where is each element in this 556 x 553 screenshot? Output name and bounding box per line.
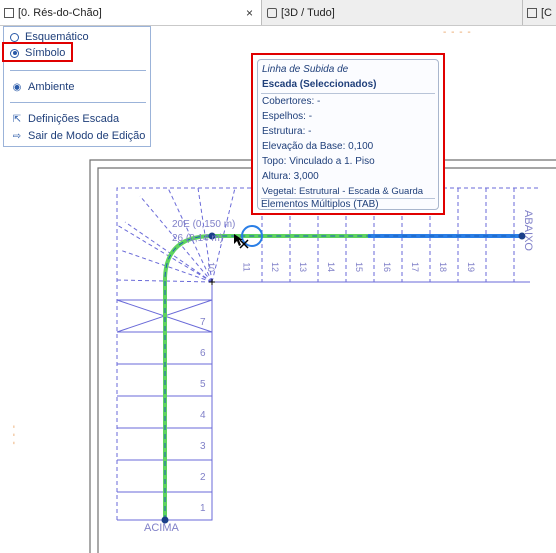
tooltip-property: Cobertores: -: [262, 96, 321, 107]
step-number: 1: [200, 503, 206, 514]
tooltip-property: Elevação da Base: 0,100: [262, 141, 374, 152]
action-label: Definições Escada: [28, 113, 120, 125]
step-number: 5: [200, 379, 206, 390]
tooltip-property: Topo: Vinculado a 1. Piso: [262, 156, 375, 167]
step-number: 19: [466, 261, 477, 273]
divider: [261, 93, 435, 94]
step-number: 13: [298, 261, 309, 273]
step-number: 16: [382, 261, 393, 273]
boundary-marker: - - - -: [443, 27, 472, 38]
step-number: 4: [200, 410, 206, 421]
tooltip-property: Vegetal: Estrutural - Escada & Guarda: [262, 186, 424, 197]
up-label: ACIMA: [144, 522, 179, 534]
step-number: 12: [270, 261, 281, 273]
info-tooltip: Linha de Subida de Escada (Seleccionados…: [251, 53, 445, 215]
step-number: 3: [200, 441, 206, 452]
selection-highlight: [2, 42, 73, 62]
step-number: 15: [354, 261, 365, 273]
stair-settings-icon: ⇱: [12, 113, 22, 125]
tooltip-body: Linha de Subida de Escada (Seleccionados…: [257, 59, 439, 210]
walking-line[interactable]: [163, 234, 522, 520]
step-number: 7: [200, 317, 206, 328]
riser-info-line-2: 26 (0,14 m): [172, 233, 224, 244]
tooltip-property: Altura: 3,000: [262, 171, 319, 182]
divider: [10, 102, 146, 103]
step-number: 17: [410, 261, 421, 273]
step-number: 11: [241, 262, 252, 272]
radio-button-icon[interactable]: [10, 32, 19, 42]
environment-toggle[interactable]: ◉ Ambiente: [10, 81, 75, 93]
step-number: 14: [326, 261, 337, 273]
environment-label: Ambiente: [28, 81, 75, 93]
tooltip-footer: Elementos Múltiplos (TAB): [261, 199, 379, 210]
tooltip-title: Linha de Subida de: [262, 64, 349, 75]
divider: [10, 70, 146, 71]
stair-settings-button[interactable]: ⇱ Definições Escada: [10, 113, 119, 125]
step-number: 10: [206, 261, 217, 273]
eye-icon: ◉: [12, 81, 22, 93]
step-number: 6: [200, 348, 206, 359]
action-label: Sair de Modo de Edição: [28, 130, 146, 142]
exit-edit-mode-button[interactable]: ⇨ Sair de Modo de Edição: [10, 130, 146, 142]
step-number: 18: [438, 261, 449, 273]
exit-icon: ⇨: [12, 130, 22, 142]
riser-info-line-1: 20E (0,150 m): [172, 219, 236, 230]
tooltip-property: Espelhos: -: [262, 111, 313, 122]
tooltip-property: Estrutura: -: [262, 126, 312, 137]
step-number: 2: [200, 472, 206, 483]
tooltip-subtitle: Escada (Seleccionados): [262, 79, 377, 90]
boundary-marker: - - -: [8, 425, 19, 446]
down-label: ABAIXO: [522, 210, 534, 251]
